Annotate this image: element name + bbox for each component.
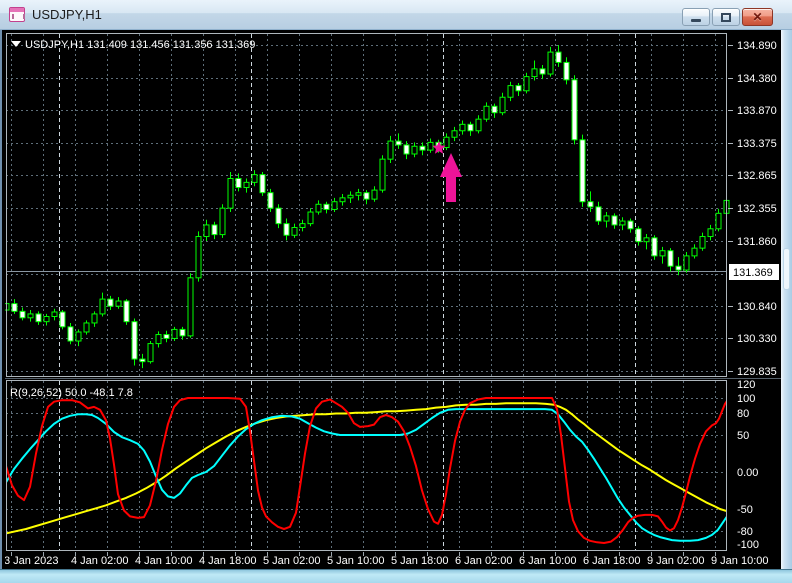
chart-background [5, 31, 782, 569]
price-axis-label: 130.330 [737, 333, 777, 345]
ohlc-readout: USDJPY,H1 131.409 131.456 131.356 131.36… [25, 39, 255, 51]
chart-header: USDJPY,H1 131.409 131.456 131.356 131.36… [11, 39, 255, 51]
time-axis-label: 5 Jan 10:00 [327, 555, 385, 567]
chart-icon [9, 7, 25, 22]
indicator-axis-label: 120 [737, 379, 755, 391]
chart-client-area: USDJPY,H1 131.409 131.456 131.356 131.36… [0, 30, 792, 583]
price-axis-label: 129.835 [737, 366, 777, 378]
minimize-icon [691, 19, 701, 22]
price-axis-label: 133.870 [737, 105, 777, 117]
price-axis-label: 133.375 [737, 138, 777, 150]
price-axis-label: 131.860 [737, 236, 777, 248]
time-axis-label: 5 Jan 18:00 [391, 555, 449, 567]
time-axis-label: 6 Jan 02:00 [455, 555, 513, 567]
window-border-bottom [0, 569, 792, 583]
time-axis-label: 4 Jan 18:00 [199, 555, 257, 567]
price-axis-label: 132.355 [737, 203, 777, 215]
indicator-axis-label: -80 [737, 526, 753, 538]
close-icon: ✕ [752, 10, 763, 24]
price-axis-label: 134.380 [737, 73, 777, 85]
price-axis-label: 132.865 [737, 170, 777, 182]
time-axis-label: 9 Jan 02:00 [647, 555, 705, 567]
minimize-button[interactable] [682, 8, 710, 26]
window-title: USDJPY,H1 [32, 7, 102, 22]
window-border-right [781, 30, 792, 583]
time-axis-label: 5 Jan 02:00 [263, 555, 321, 567]
window-controls: ✕ [682, 8, 773, 26]
indicator-axis-label: 0.00 [737, 467, 758, 479]
indicator-label: R(9,26,52) 50.0 -48.1 7.8 [10, 387, 133, 399]
time-axis-label: 4 Jan 02:00 [71, 555, 129, 567]
price-axis-label: 130.840 [737, 301, 777, 313]
title-bar[interactable]: USDJPY,H1 ✕ [0, 0, 792, 30]
time-axis-label: 9 Jan 10:00 [711, 555, 769, 567]
price-chart[interactable]: USDJPY,H1 131.409 131.456 131.356 131.36… [5, 31, 782, 569]
mt4-chart-window: USDJPY,H1 ✕ USDJPY,H1 131.409 131.456 13… [0, 0, 792, 583]
scrollbar-thumb[interactable] [783, 248, 790, 290]
time-axis-label: 6 Jan 10:00 [519, 555, 577, 567]
restore-icon [721, 12, 731, 22]
time-axis-label: 4 Jan 10:00 [135, 555, 193, 567]
bid-price-tag-text: 131.369 [733, 267, 773, 279]
close-button[interactable]: ✕ [742, 8, 773, 26]
price-axis-label: 134.890 [737, 40, 777, 52]
indicator-axis-label: 100 [737, 393, 755, 405]
restore-button[interactable] [712, 8, 740, 26]
indicator-axis-label: -50 [737, 504, 753, 516]
time-axis-label: 3 Jan 2023 [5, 555, 58, 567]
indicator-axis-label: 80 [737, 408, 749, 420]
indicator-axis-label: -100 [737, 539, 759, 551]
indicator-axis-label: 50 [737, 430, 749, 442]
window-border-left [0, 30, 2, 583]
time-axis-label: 6 Jan 18:00 [583, 555, 641, 567]
